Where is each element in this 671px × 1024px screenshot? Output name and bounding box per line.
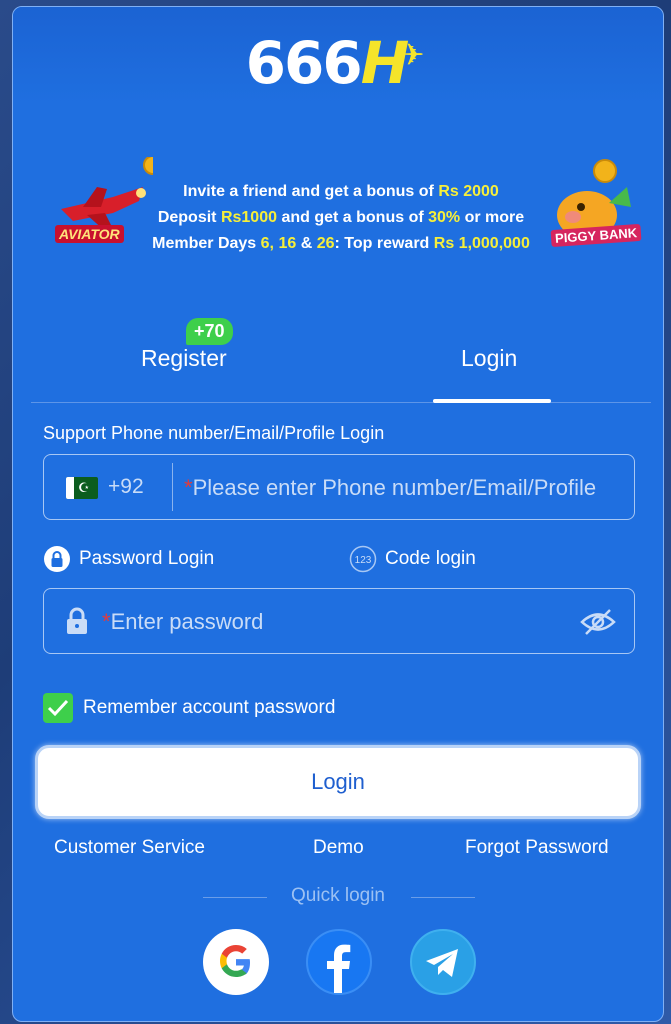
promo-text: Invite a friend and get a bonus of Rs 20… — [131, 179, 551, 257]
google-icon — [220, 945, 250, 977]
promo-line-3: Member Days 6, 16 & 26: Top reward Rs 1,… — [152, 235, 530, 252]
airplane-icon: ✈ — [399, 38, 424, 73]
facebook-icon — [327, 944, 351, 993]
lock-icon — [67, 607, 87, 634]
password-login-label: Password Login — [79, 548, 215, 570]
phone-email-field[interactable]: ☪ +92 *Please enter Phone number/Email/P… — [43, 454, 635, 520]
promo-line-2: Deposit Rs1000 and get a bonus of 30% or… — [157, 209, 525, 226]
logo-text-main: 666 — [245, 29, 363, 97]
code-icon-text: 123 — [355, 555, 372, 566]
remember-checkbox[interactable] — [43, 693, 73, 723]
login-card: 666H✈ AVIATOR Invite a friend and get a … — [12, 6, 664, 1022]
lock-circle-icon — [44, 546, 70, 572]
remember-label: Remember account password — [83, 697, 336, 719]
demo-link[interactable]: Demo — [313, 837, 364, 859]
code-login-option[interactable]: 123 Code login — [349, 545, 476, 573]
promo-line-1: Invite a friend and get a bonus of Rs 20… — [183, 183, 499, 200]
pakistan-flag-icon[interactable]: ☪ — [66, 477, 98, 499]
support-login-label: Support Phone number/Email/Profile Login — [43, 423, 385, 443]
check-icon — [47, 699, 69, 717]
aviator-game-label: AVIATOR — [55, 225, 124, 243]
eye-hidden-icon[interactable] — [580, 607, 616, 637]
telegram-login-button[interactable] — [410, 929, 476, 995]
password-login-option[interactable]: Password Login — [43, 545, 214, 573]
quick-login-label: Quick login — [291, 885, 385, 906]
auth-tabs: Register +70 Login — [31, 318, 651, 403]
promo-banner[interactable]: AVIATOR Invite a friend and get a bonus … — [13, 147, 663, 267]
brand-logo: 666H✈ — [13, 29, 663, 97]
country-code[interactable]: +92 — [108, 475, 144, 499]
quick-login-divider-right — [411, 897, 475, 898]
forgot-password-link[interactable]: Forgot Password — [465, 837, 609, 859]
login-button[interactable]: Login — [35, 745, 641, 819]
google-login-button[interactable] — [203, 929, 269, 995]
customer-service-link[interactable]: Customer Service — [54, 837, 205, 859]
facebook-login-button[interactable] — [306, 929, 372, 995]
remember-password-row[interactable]: Remember account password — [43, 693, 335, 723]
password-input-placeholder[interactable]: *Enter password — [102, 609, 263, 635]
code-123-icon: 123 — [349, 545, 377, 573]
password-field[interactable]: *Enter password — [43, 588, 635, 654]
telegram-icon — [426, 949, 458, 977]
active-tab-indicator — [433, 399, 551, 403]
tab-register[interactable]: Register — [141, 345, 227, 372]
register-bonus-badge: +70 — [186, 318, 233, 345]
code-login-label: Code login — [385, 548, 476, 570]
phone-input-placeholder[interactable]: *Please enter Phone number/Email/Profile — [184, 475, 596, 501]
tab-login[interactable]: Login — [461, 345, 517, 372]
field-divider — [172, 463, 173, 511]
